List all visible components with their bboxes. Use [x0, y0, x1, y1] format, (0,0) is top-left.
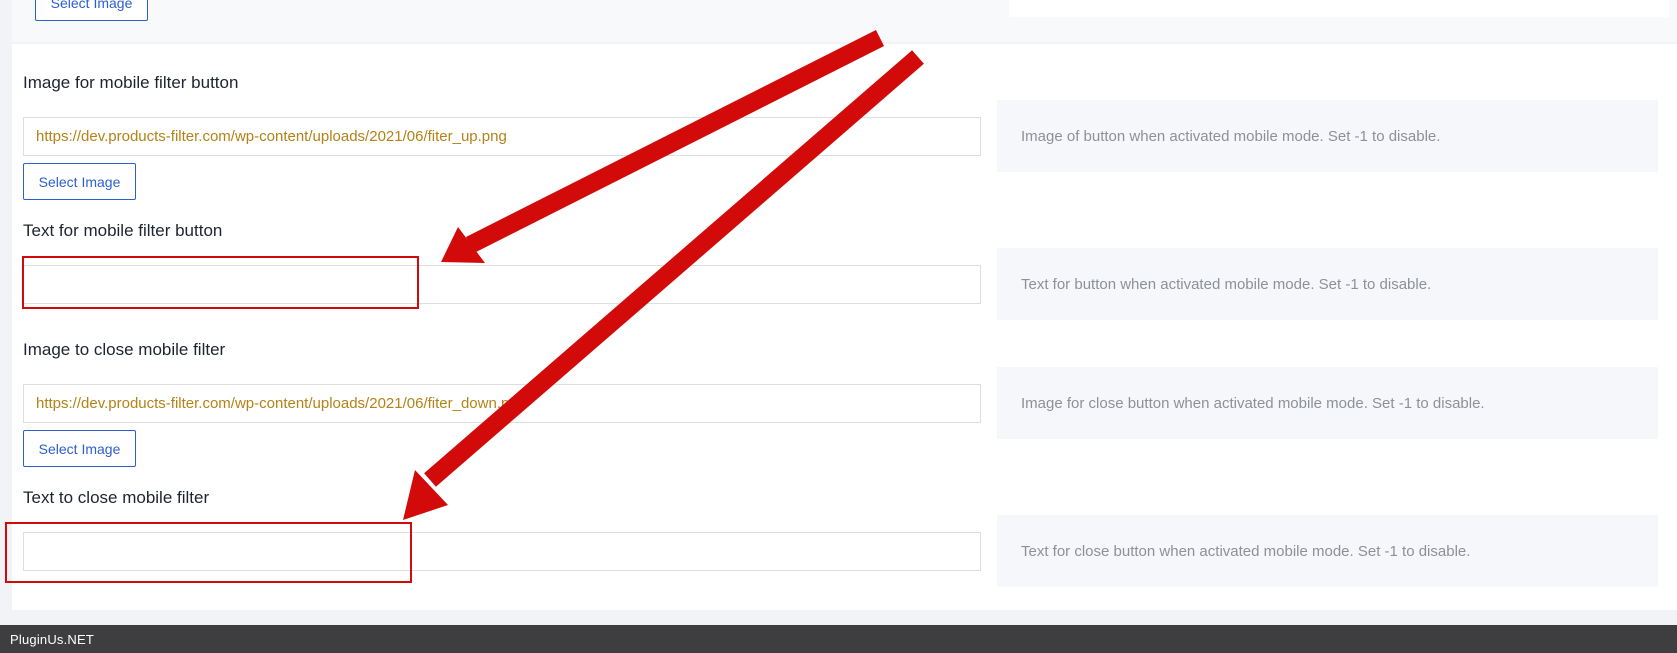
text-mobile-filter-button-note: Text for button when activated mobile mo… [997, 248, 1658, 320]
image-close-mobile-filter-label: Image to close mobile filter [23, 340, 226, 359]
previous-option-row: Select Image [12, 0, 1677, 42]
image-close-mobile-filter-input[interactable] [23, 384, 981, 423]
text-close-mobile-filter-note: Text for close button when activated mob… [997, 515, 1658, 587]
text-close-mobile-filter-input[interactable] [23, 532, 981, 571]
footer-bar: PluginUs.NET [0, 625, 1677, 653]
text-mobile-filter-button-label: Text for mobile filter button [23, 221, 223, 240]
previous-option-note [1009, 0, 1669, 17]
image-mobile-filter-button-note: Image of button when activated mobile mo… [997, 100, 1658, 172]
image-close-mobile-filter-note: Image for close button when activated mo… [997, 367, 1658, 439]
footer-brand: PluginUs.NET [10, 632, 95, 647]
select-image-button-open[interactable]: Select Image [23, 163, 136, 200]
image-mobile-filter-button-input[interactable] [23, 117, 981, 156]
text-mobile-filter-button-input[interactable] [23, 265, 981, 304]
select-image-button-close[interactable]: Select Image [23, 430, 136, 467]
text-close-mobile-filter-label: Text to close mobile filter [23, 488, 210, 507]
image-mobile-filter-button-label: Image for mobile filter button [23, 73, 239, 92]
select-image-button-previous[interactable]: Select Image [35, 0, 148, 21]
